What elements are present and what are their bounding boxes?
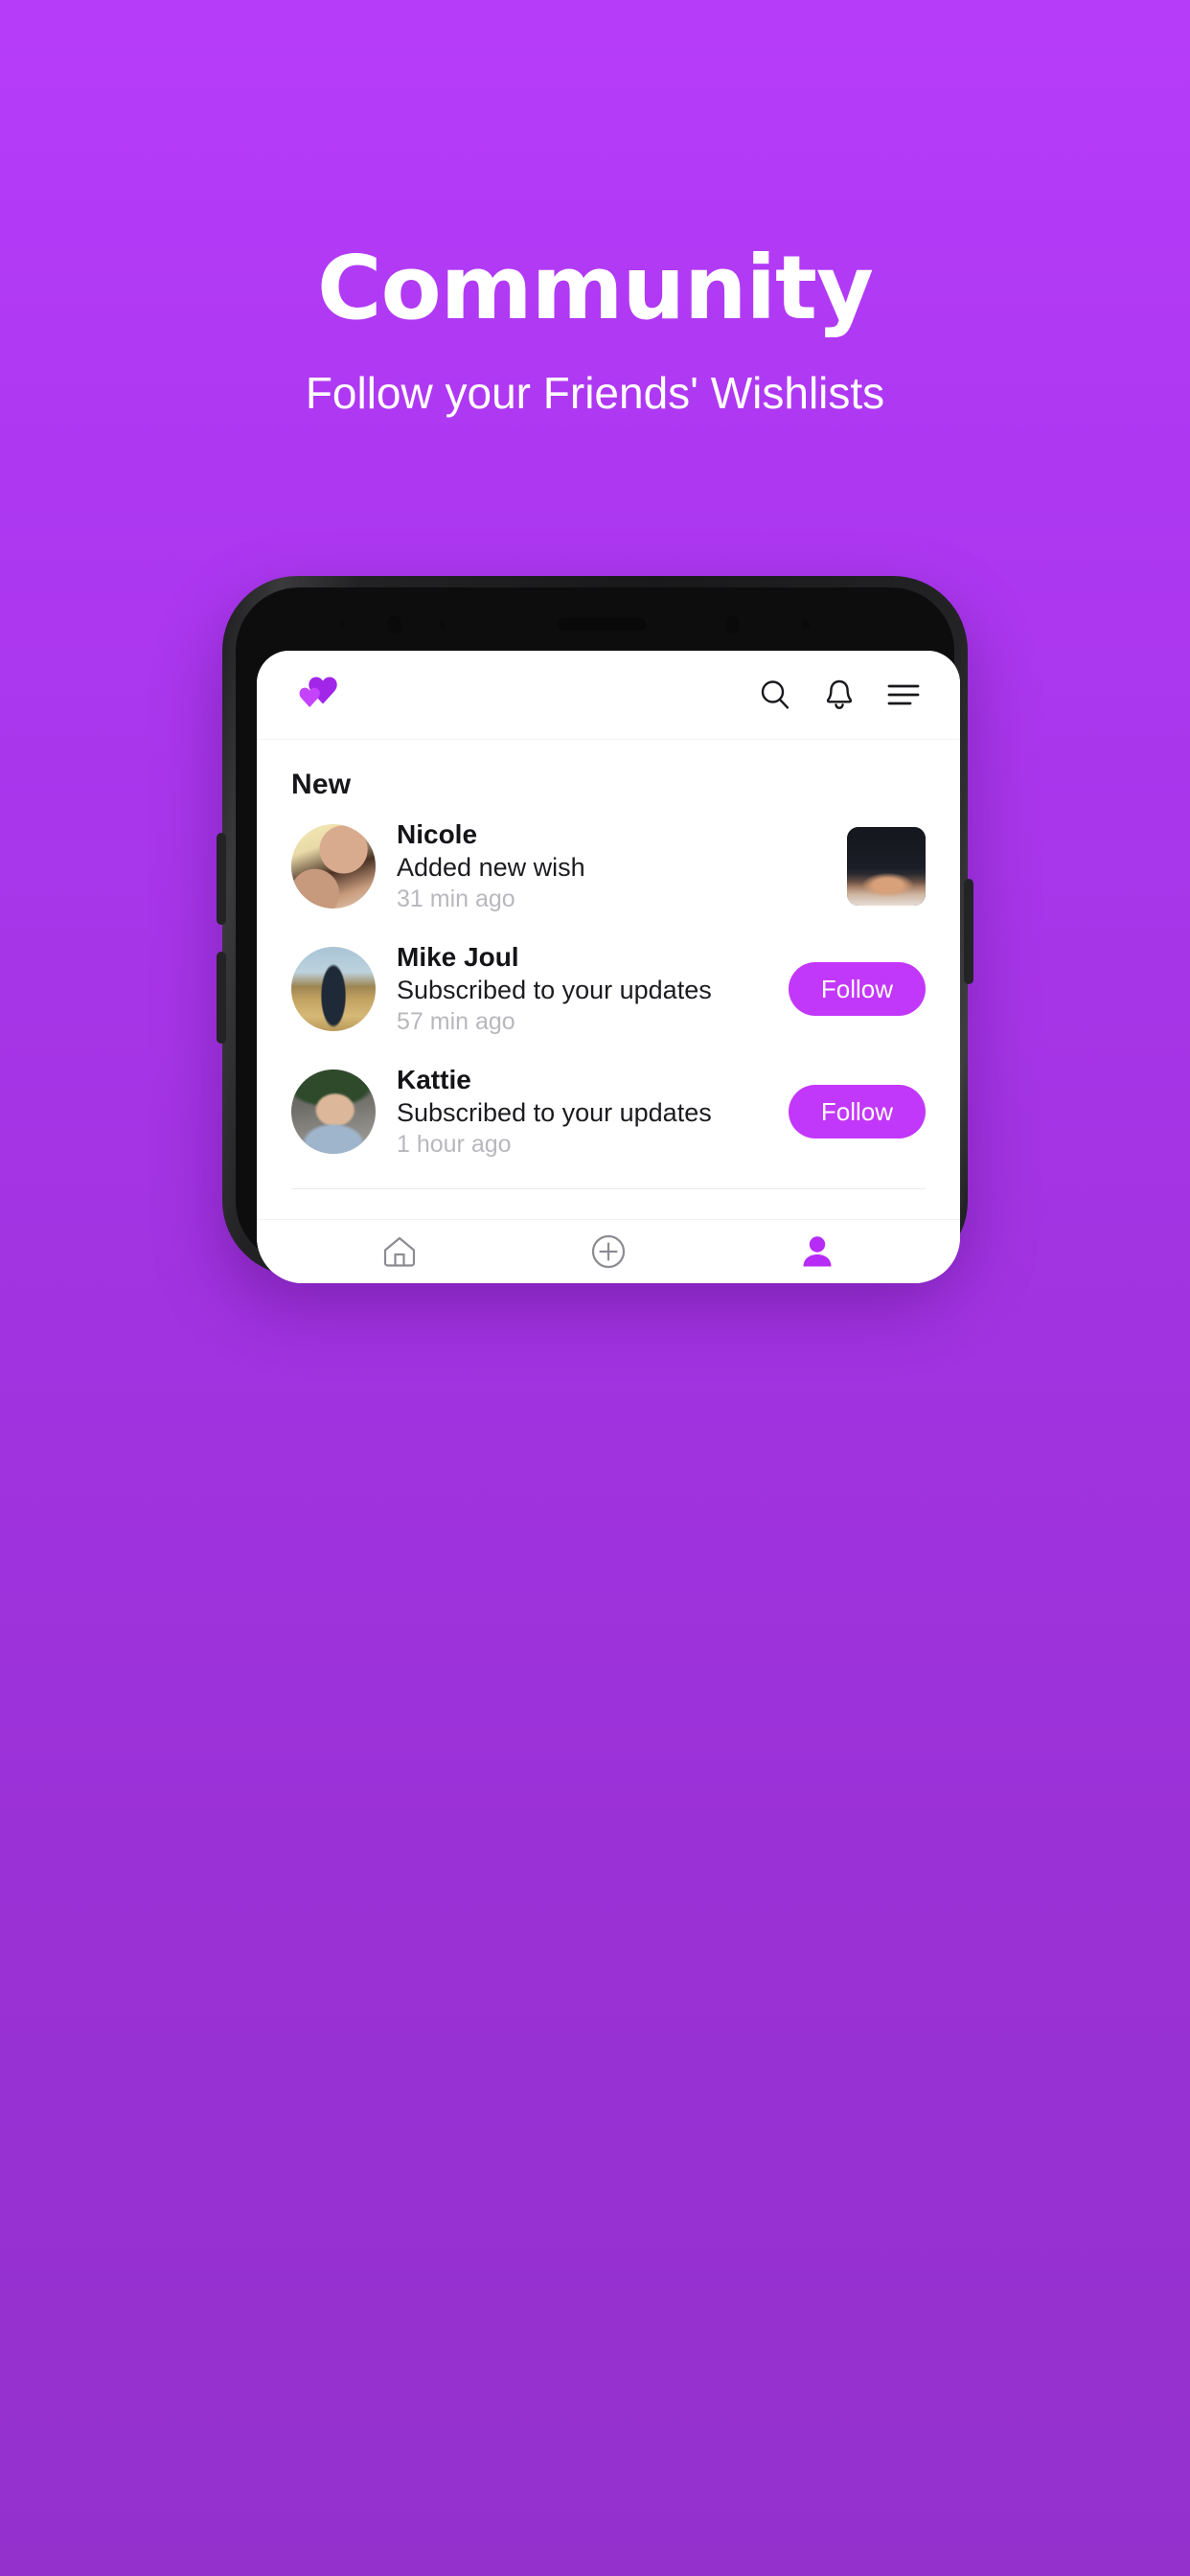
avatar[interactable] <box>291 824 376 908</box>
bell-icon[interactable] <box>824 678 855 711</box>
promo-hero: Community Follow your Friends' Wishlists <box>0 0 1190 418</box>
profile-person-icon[interactable] <box>784 1227 851 1276</box>
page-title: Community <box>317 237 874 339</box>
timestamp: 1 hour ago <box>397 1131 512 1158</box>
phone-body: New Nicole Added new wish 31 min ago Mik… <box>217 576 973 1283</box>
search-icon[interactable] <box>759 678 791 711</box>
user-name: Nicole <box>397 819 478 849</box>
home-icon[interactable] <box>366 1227 433 1276</box>
list-item[interactable]: Kattie Subscribed to your updates 1 hour… <box>291 1050 926 1173</box>
activity-text: Subscribed to your updates <box>397 976 712 1004</box>
sensor-dot-4 <box>802 620 810 629</box>
follow-button[interactable]: Follow <box>788 1085 926 1138</box>
phone-mockup: New Nicole Added new wish 31 min ago Mik… <box>217 576 973 1283</box>
volume-up-button[interactable] <box>217 833 226 925</box>
mountain-sunset-thumbnail[interactable] <box>847 827 926 906</box>
list-item-text: Mike Joul Subscribed to your updates 57 … <box>397 941 789 1037</box>
list-item[interactable]: Mike Joul Subscribed to your updates 57 … <box>291 928 926 1050</box>
user-name: Kattie <box>397 1065 471 1094</box>
bottom-navigation <box>257 1219 960 1283</box>
sensor-dot-1 <box>339 620 345 628</box>
sensor-dot-3 <box>726 616 740 633</box>
user-name: Mike Joul <box>397 942 519 972</box>
app-header <box>257 651 960 740</box>
timestamp: 31 min ago <box>397 886 515 912</box>
volume-down-button[interactable] <box>217 952 226 1044</box>
page-subtitle: Follow your Friends' Wishlists <box>305 368 885 418</box>
phone-screen: New Nicole Added new wish 31 min ago Mik… <box>257 651 960 1283</box>
phone-bezel: New Nicole Added new wish 31 min ago Mik… <box>236 587 960 1283</box>
hamburger-menu-icon[interactable] <box>887 682 920 707</box>
earpiece-speaker <box>558 618 646 631</box>
activity-text: Subscribed to your updates <box>397 1098 712 1127</box>
list-item-text: Kattie Subscribed to your updates 1 hour… <box>397 1064 789 1160</box>
section-divider <box>291 1188 926 1189</box>
avatar[interactable] <box>291 1070 376 1154</box>
power-button[interactable] <box>964 879 973 984</box>
add-plus-icon[interactable] <box>575 1227 642 1276</box>
header-actions <box>759 678 920 711</box>
front-camera-icon <box>387 616 401 633</box>
activity-text: Added new wish <box>397 853 585 882</box>
activity-feed[interactable]: New Nicole Added new wish 31 min ago Mik… <box>257 740 960 1219</box>
follow-button[interactable]: Follow <box>788 962 926 1016</box>
list-item-text: Nicole Added new wish 31 min ago <box>397 818 847 914</box>
timestamp: 57 min ago <box>397 1008 515 1035</box>
two-hearts-logo[interactable] <box>297 675 343 715</box>
list-item[interactable]: Nicole Added new wish 31 min ago <box>291 805 926 928</box>
avatar[interactable] <box>291 947 376 1031</box>
sensor-dot-2 <box>439 620 446 629</box>
section-header-new: New <box>291 769 352 800</box>
